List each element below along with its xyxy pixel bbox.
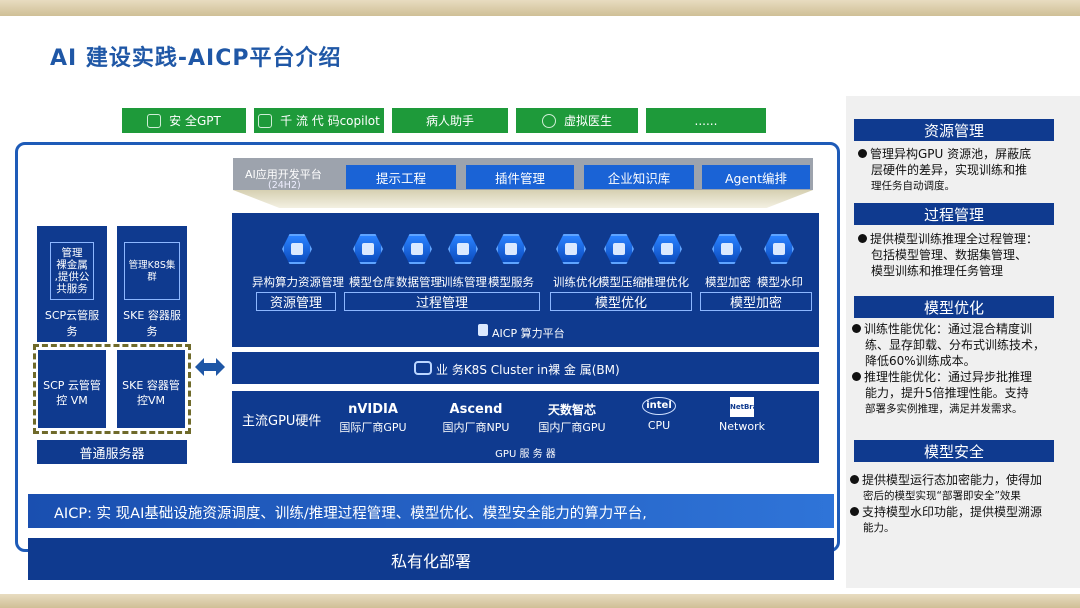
process-mgmt-line: 提供模型训练推理全过程管理：: [858, 231, 1074, 247]
bullet-icon: [852, 324, 861, 333]
iluvatar-logo: 天数智芯: [547, 403, 596, 417]
k8s-cluster-label: 业 务K8S Cluster in裸 金 属(BM): [436, 363, 620, 377]
doctor-icon: [541, 113, 556, 128]
nvidia-logo: nVIDIA: [348, 402, 398, 417]
vendor-label: CPU: [647, 419, 671, 432]
process-mgmt-text: 提供模型训练推理全过程管理： 包括模型管理、数据集管理、 模型训练和推理任务管理: [858, 231, 1074, 279]
group-model-encryption: 模型加密: [700, 292, 812, 311]
vendor-network: NetBrain Network: [712, 397, 772, 433]
vendor-ascend: Ascend 国内厂商NPU: [434, 401, 518, 435]
resource-mgmt-heading: 资源管理: [854, 119, 1054, 141]
mgmt-bare-metal-box: 管理 裸金属 ,提供公 共服务: [50, 242, 94, 300]
group-model-optimization: 模型优化: [550, 292, 692, 311]
app-label: 千 流 代 码copilot: [280, 114, 380, 128]
module-label: 模型仓库: [349, 275, 395, 289]
vendor-label: 国际厂商GPU: [339, 421, 407, 434]
ske-service-label: SKE 容器服 务: [123, 309, 181, 338]
dev-platform-taper: [233, 190, 813, 208]
model-opt-line: 训练性能优化：通过混合精度训: [852, 321, 1076, 337]
ske-vm-box: SKE 容器管 控VM: [117, 350, 185, 428]
model-opt-text: 训练性能优化：通过混合精度训 练、显存卸载、分布式训练技术， 降低60%训练成本…: [852, 321, 1076, 417]
vendor-iluvatar: 天数智芯 国内厂商GPU: [530, 401, 614, 435]
mgmt-k8s-box: 管理K8S集 群: [124, 242, 180, 300]
module-label: 模型水印: [757, 275, 803, 289]
module-label: 模型压缩: [598, 275, 644, 289]
summary-text: AICP: 实 现AI基础设施资源调度、训练/推理过程管理、模型优化、模型安全能…: [54, 506, 647, 522]
app-virtual-doctor: 虚拟医生: [516, 108, 638, 133]
module-label: 异构算力资源管理: [252, 275, 344, 289]
model-opt-line: 练、显存卸载、分布式训练技术，: [865, 338, 1046, 352]
process-mgmt-line: 包括模型管理、数据集管理、: [871, 248, 1028, 262]
app-safe-gpt: 安 全GPT: [122, 108, 246, 133]
app-code-copilot: 千 流 代 码copilot: [254, 108, 384, 133]
code-icon: [258, 113, 273, 128]
process-mgmt-heading: 过程管理: [854, 203, 1054, 225]
scp-vm-box: SCP 云管管 控 VM: [38, 350, 106, 428]
prompt-engineering-button: 提示工程: [346, 165, 456, 189]
gpt-icon: [147, 113, 162, 128]
vendor-label: 国内厂商GPU: [538, 421, 606, 434]
plugin-management-button: 插件管理: [466, 165, 574, 189]
model-opt-line: 降低60%训练成本。: [865, 354, 976, 368]
bullet-icon: [850, 475, 859, 484]
model-opt-line: 部署多实例推理，满足并发需求。: [865, 403, 1023, 415]
app-label: 病人助手: [425, 114, 474, 128]
bullet-icon: [858, 234, 867, 243]
module-label: 数据管理: [396, 275, 442, 289]
agent-orchestration-button: Agent编排: [702, 165, 810, 189]
cluster-icon: [414, 361, 432, 375]
bullet-icon: [858, 149, 867, 158]
normal-server-box: 普通服务器: [37, 440, 187, 464]
module-label: 模型服务: [488, 275, 534, 289]
group-resource-management: 资源管理: [256, 292, 336, 311]
model-opt-line: 推理性能优化：通过异步批推理: [852, 369, 1076, 385]
bullet-icon: [852, 372, 861, 381]
model-security-line: 能力。: [863, 522, 895, 534]
app-patient-assistant: 病人助手: [392, 108, 508, 133]
network-logo: NetBrain: [730, 397, 754, 417]
app-label: ......: [694, 113, 718, 128]
enterprise-knowledge-button: 企业知识库: [584, 165, 694, 189]
module-label: 训练管理: [441, 275, 487, 289]
aicp-logo-icon: [478, 324, 488, 336]
model-opt-line: 能力，提升5倍推理性能。支持: [865, 386, 1029, 400]
resource-mgmt-line: 理任务自动调度。: [871, 180, 955, 192]
module-label: 推理优化: [643, 275, 689, 289]
model-opt-heading: 模型优化: [854, 296, 1054, 318]
double-arrow-icon: [195, 356, 225, 378]
vendor-intel: intel CPU: [636, 397, 682, 432]
vendor-label: 国内厂商NPU: [442, 421, 510, 434]
aicp-platform-label: AICP 算力平台: [492, 327, 565, 340]
top-band: [0, 0, 1080, 16]
dev-platform-sub: (24H2): [268, 180, 301, 191]
app-more: ......: [646, 108, 766, 133]
resource-mgmt-text: 管理异构GPU 资源池，屏蔽底 层硬件的差异，实现训练和推 理任务自动调度。: [858, 146, 1074, 194]
model-security-line: 支持模型水印功能，提供模型溯源: [850, 504, 1076, 520]
scp-service-label: SCP云管服 务: [44, 309, 100, 338]
app-label: 安 全GPT: [169, 114, 221, 128]
model-security-line: 密后的模型实现“部署即安全”效果: [863, 490, 1021, 502]
module-label: 模型加密: [705, 275, 751, 289]
process-mgmt-line: 模型训练和推理任务管理: [871, 264, 1004, 278]
resource-mgmt-line: 管理异构GPU 资源池，屏蔽底: [858, 146, 1074, 162]
page-title: AI 建设实践-AICP平台介绍: [50, 46, 342, 71]
model-security-heading: 模型安全: [854, 440, 1054, 462]
vendor-nvidia: nVIDIA 国际厂商GPU: [334, 401, 412, 435]
vendor-label: Network: [719, 420, 765, 433]
module-label: 训练优化: [553, 275, 599, 289]
model-security-text: 提供模型运行态加密能力，使得加 密后的模型实现“部署即安全”效果 支持模型水印功…: [850, 472, 1076, 536]
group-process-management: 过程管理: [344, 292, 540, 311]
deploy-text: 私有化部署: [390, 552, 471, 571]
resource-mgmt-line: 层硬件的差异，实现训练和推: [871, 163, 1028, 177]
model-security-line: 提供模型运行态加密能力，使得加: [850, 472, 1076, 488]
bullet-icon: [850, 507, 859, 516]
app-label: 虚拟医生: [563, 114, 612, 128]
gpu-hardware-label: 主流GPU硬件: [242, 414, 322, 429]
intel-logo: intel: [642, 397, 676, 415]
bottom-band: [0, 594, 1080, 608]
ascend-logo: Ascend: [449, 402, 503, 417]
